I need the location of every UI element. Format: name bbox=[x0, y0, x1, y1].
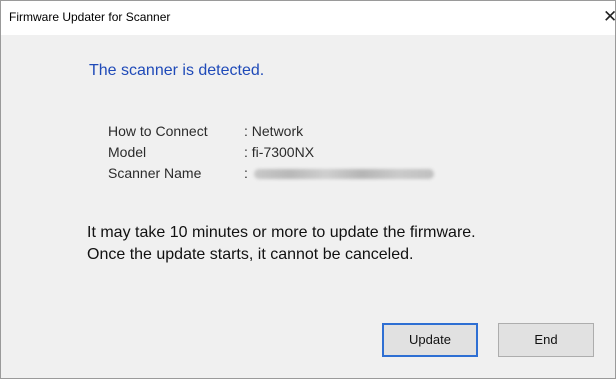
connect-value: : Network bbox=[244, 123, 304, 139]
connect-label: How to Connect bbox=[108, 123, 208, 139]
detected-heading: The scanner is detected. bbox=[89, 62, 265, 79]
window-title: Firmware Updater for Scanner bbox=[9, 10, 171, 24]
end-button[interactable]: End bbox=[498, 323, 594, 357]
scanner-name-colon: : bbox=[244, 165, 248, 181]
update-duration-message: It may take 10 minutes or more to update… bbox=[87, 224, 476, 241]
scanner-name-value: : bbox=[244, 165, 434, 181]
scanner-name-label: Scanner Name bbox=[108, 165, 202, 181]
cannot-cancel-message: Once the update starts, it cannot be can… bbox=[87, 246, 414, 263]
model-value: : fi-7300NX bbox=[244, 144, 315, 160]
title-bar[interactable]: Firmware Updater for Scanner ✕ bbox=[1, 1, 616, 35]
dialog-content: The scanner is detected. How to Connect … bbox=[1, 35, 615, 378]
redacted-scanner-name bbox=[253, 169, 434, 180]
close-icon[interactable]: ✕ bbox=[603, 6, 616, 28]
dialog-window: Firmware Updater for Scanner ✕ The scann… bbox=[0, 0, 616, 379]
model-label: Model bbox=[108, 144, 147, 160]
update-button[interactable]: Update bbox=[382, 323, 478, 357]
